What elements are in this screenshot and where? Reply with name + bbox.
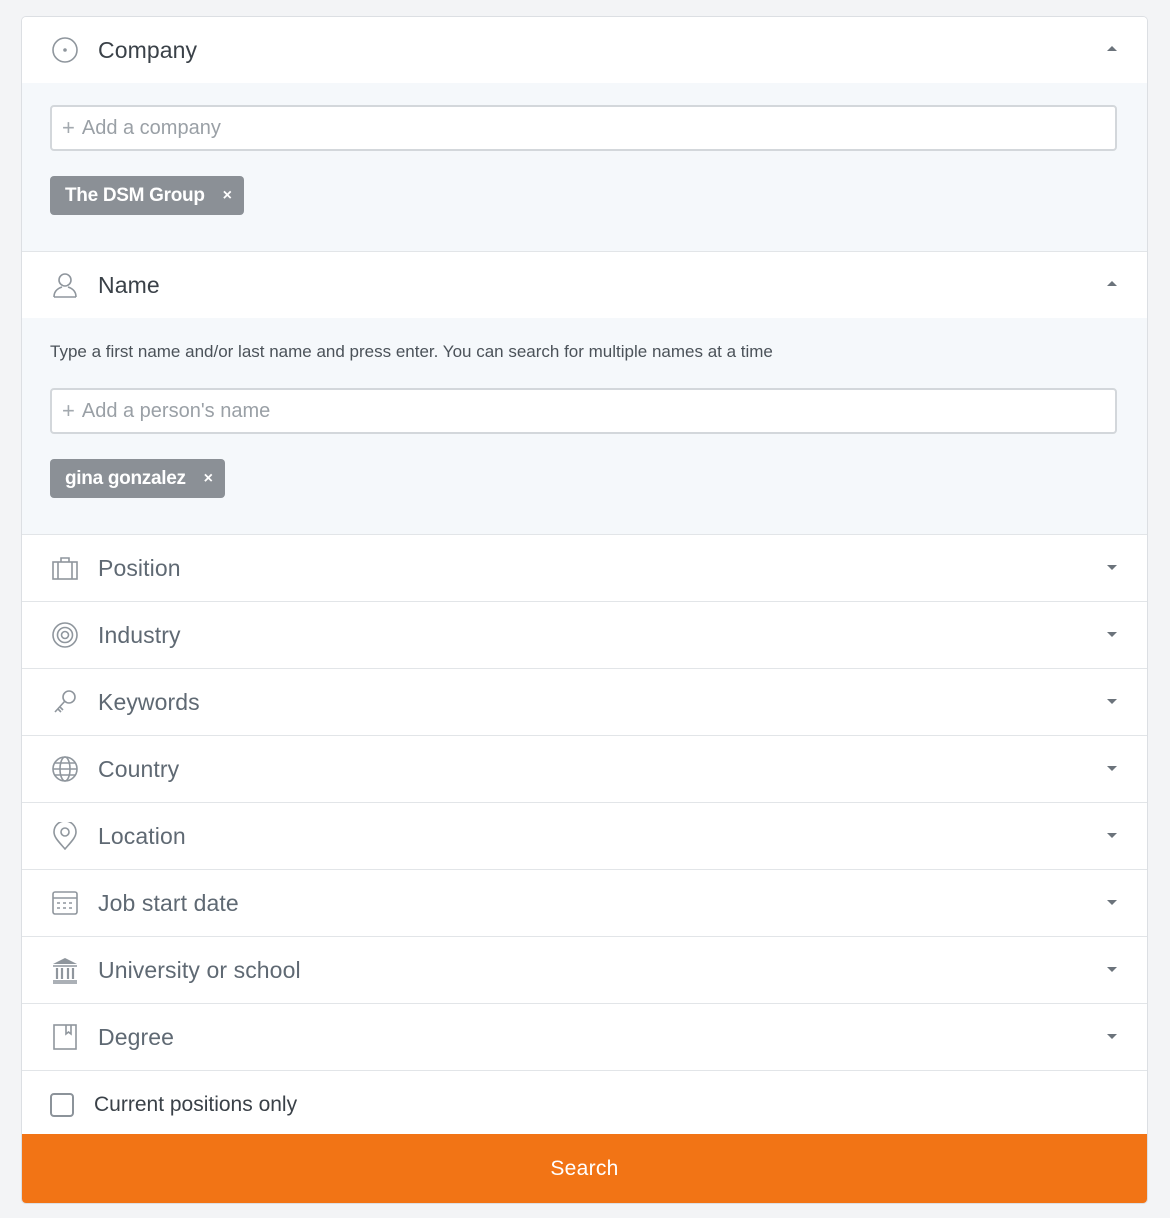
chevron-down-icon[interactable] [1107, 766, 1117, 771]
target-icon [50, 620, 80, 650]
name-input[interactable] [81, 399, 1062, 423]
company-input[interactable] [81, 116, 1062, 140]
search-filter-panel: Company + The DSM Group × Name Type a fi… [21, 16, 1148, 1204]
chevron-up-icon[interactable] [1107, 281, 1117, 286]
degree-section-title: Degree [98, 1023, 175, 1050]
current-positions-row[interactable]: Current positions only [22, 1071, 1147, 1139]
company-tag: The DSM Group × [50, 176, 244, 215]
globe-icon [50, 754, 80, 784]
name-tag-label: gina gonzalez [65, 467, 186, 489]
university-section-header[interactable]: University or school [22, 937, 1147, 1003]
company-circle-icon [50, 35, 80, 65]
job-start-date-section-header[interactable]: Job start date [22, 870, 1147, 936]
chevron-up-icon[interactable] [1107, 46, 1117, 51]
country-section-header[interactable]: Country [22, 736, 1147, 802]
location-section-header[interactable]: Location [22, 803, 1147, 869]
position-section-header[interactable]: Position [22, 535, 1147, 601]
briefcase-icon [50, 553, 80, 583]
chevron-down-icon[interactable] [1107, 900, 1117, 905]
remove-tag-icon[interactable]: × [223, 187, 232, 205]
chevron-down-icon[interactable] [1107, 967, 1117, 972]
keywords-section-title: Keywords [98, 688, 200, 715]
current-positions-checkbox[interactable] [50, 1093, 74, 1117]
name-tag: gina gonzalez × [50, 459, 225, 498]
degree-section-header[interactable]: Degree [22, 1004, 1147, 1070]
search-button[interactable]: Search [22, 1134, 1147, 1203]
calendar-icon [50, 888, 80, 918]
name-section-header[interactable]: Name [22, 252, 1147, 318]
bookmark-icon [50, 1022, 80, 1052]
industry-section-header[interactable]: Industry [22, 602, 1147, 668]
chevron-down-icon[interactable] [1107, 699, 1117, 704]
position-section-title: Position [98, 554, 181, 581]
chevron-down-icon[interactable] [1107, 833, 1117, 838]
job-start-date-section-title: Job start date [98, 889, 239, 916]
institution-icon [50, 955, 80, 985]
company-section-body: + The DSM Group × [22, 83, 1147, 251]
current-positions-label: Current positions only [94, 1093, 298, 1116]
company-tag-label: The DSM Group [65, 184, 205, 206]
keywords-section-header[interactable]: Keywords [22, 669, 1147, 735]
remove-tag-icon[interactable]: × [204, 470, 213, 488]
plus-icon: + [62, 398, 75, 423]
chevron-down-icon[interactable] [1107, 632, 1117, 637]
location-section-title: Location [98, 822, 186, 849]
name-add-field[interactable]: + [50, 388, 1117, 434]
plus-icon: + [62, 115, 75, 140]
name-section-title: Name [98, 271, 160, 298]
name-hint-text: Type a first name and/or last name and p… [50, 342, 773, 361]
university-section-title: University or school [98, 956, 301, 983]
chevron-down-icon[interactable] [1107, 1034, 1117, 1039]
person-icon [50, 270, 80, 300]
map-pin-icon [50, 821, 80, 851]
chevron-down-icon[interactable] [1107, 565, 1117, 570]
company-add-field[interactable]: + [50, 105, 1117, 151]
company-section-title: Company [98, 36, 198, 63]
name-section-body: Type a first name and/or last name and p… [22, 318, 1147, 534]
country-section-title: Country [98, 755, 180, 782]
company-section-header[interactable]: Company [22, 17, 1147, 83]
key-icon [50, 687, 80, 717]
industry-section-title: Industry [98, 621, 181, 648]
